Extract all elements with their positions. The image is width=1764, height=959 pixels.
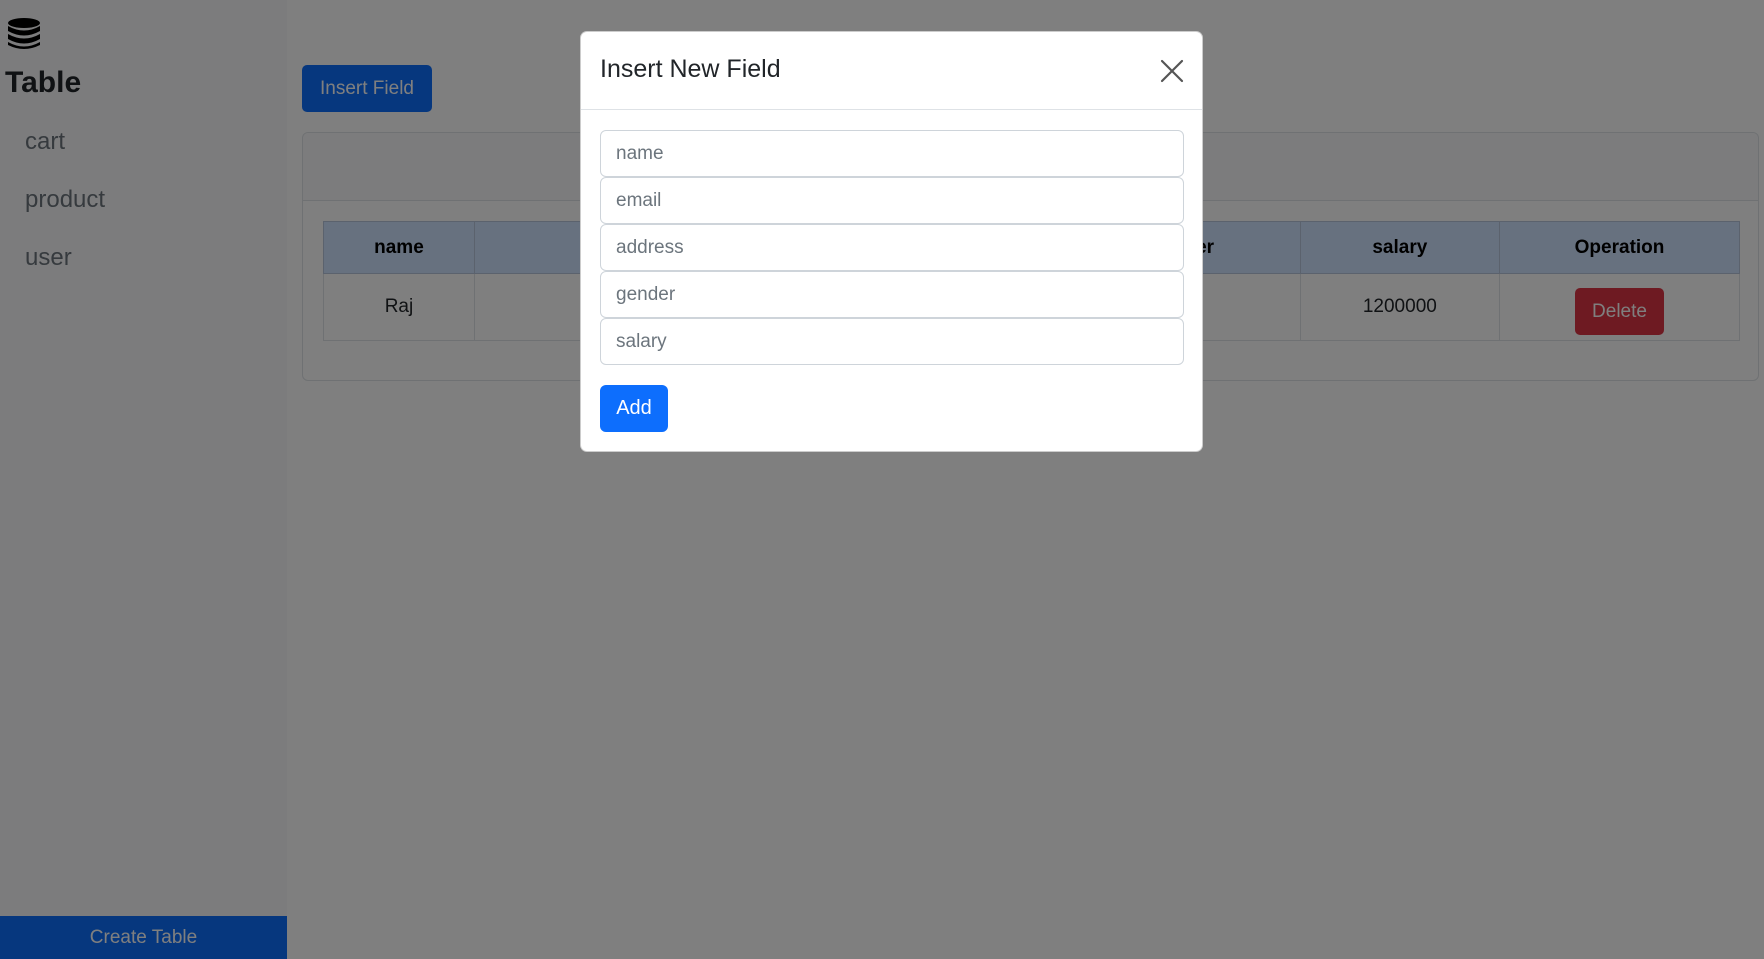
insert-field-modal: Insert New Field Add xyxy=(580,31,1203,452)
modal-header: Insert New Field xyxy=(581,32,1202,110)
address-field[interactable] xyxy=(600,224,1184,271)
modal-body xyxy=(600,130,1184,365)
modal-title: Insert New Field xyxy=(600,55,781,83)
add-button[interactable]: Add xyxy=(600,385,668,432)
name-field[interactable] xyxy=(600,130,1184,177)
email-field[interactable] xyxy=(600,177,1184,224)
gender-field[interactable] xyxy=(600,271,1184,318)
salary-field[interactable] xyxy=(600,318,1184,365)
close-icon[interactable] xyxy=(1159,58,1185,84)
